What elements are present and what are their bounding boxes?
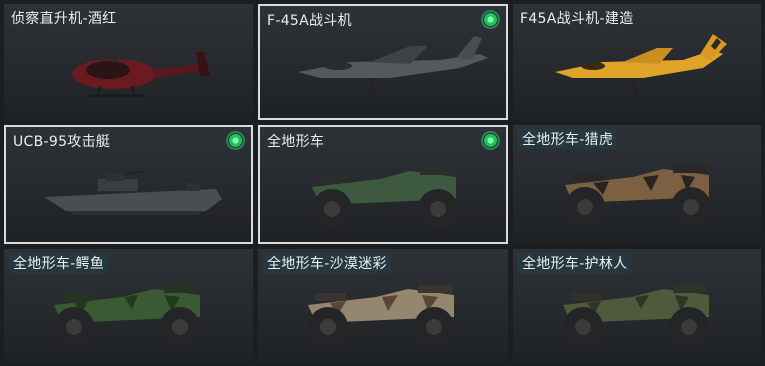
atv-icon <box>565 165 711 227</box>
atv-icon <box>308 285 454 347</box>
vehicle-card-f45a-fighter[interactable]: F-45A战斗机 <box>258 4 508 120</box>
vehicle-card-atv[interactable]: 全地形车 <box>258 125 508 244</box>
atv-icon <box>563 285 709 347</box>
helicopter-icon <box>72 47 230 98</box>
atv-icon <box>312 167 458 229</box>
vehicle-card-atv-desert-camo[interactable]: 全地形车-沙漠迷彩 <box>258 249 508 363</box>
vehicle-card-ucb95-attack-boat[interactable]: UCB-95攻击艇 <box>4 125 253 244</box>
vehicle-card-atv-crocodile[interactable]: 全地形车-鳄鱼 <box>4 249 253 363</box>
vehicle-card-scout-helicopter-burgundy[interactable]: 侦察直升机-酒红 <box>4 4 253 120</box>
fighter-jet-icon <box>555 34 727 93</box>
vehicle-card-atv-tiger[interactable]: 全地形车-猎虎 <box>513 125 761 244</box>
vehicle-card-atv-ranger[interactable]: 全地形车-护林人 <box>513 249 761 363</box>
vehicle-skin-grid: 侦察直升机-酒红 F-45A战斗机 F45A战斗机-建造 UCB-95攻击艇 全… <box>0 0 765 366</box>
atv-icon <box>54 285 200 347</box>
vehicle-card-f45a-fighter-construction[interactable]: F45A战斗机-建造 <box>513 4 761 120</box>
attack-boat-icon <box>44 170 222 215</box>
fighter-jet-icon <box>298 36 488 93</box>
